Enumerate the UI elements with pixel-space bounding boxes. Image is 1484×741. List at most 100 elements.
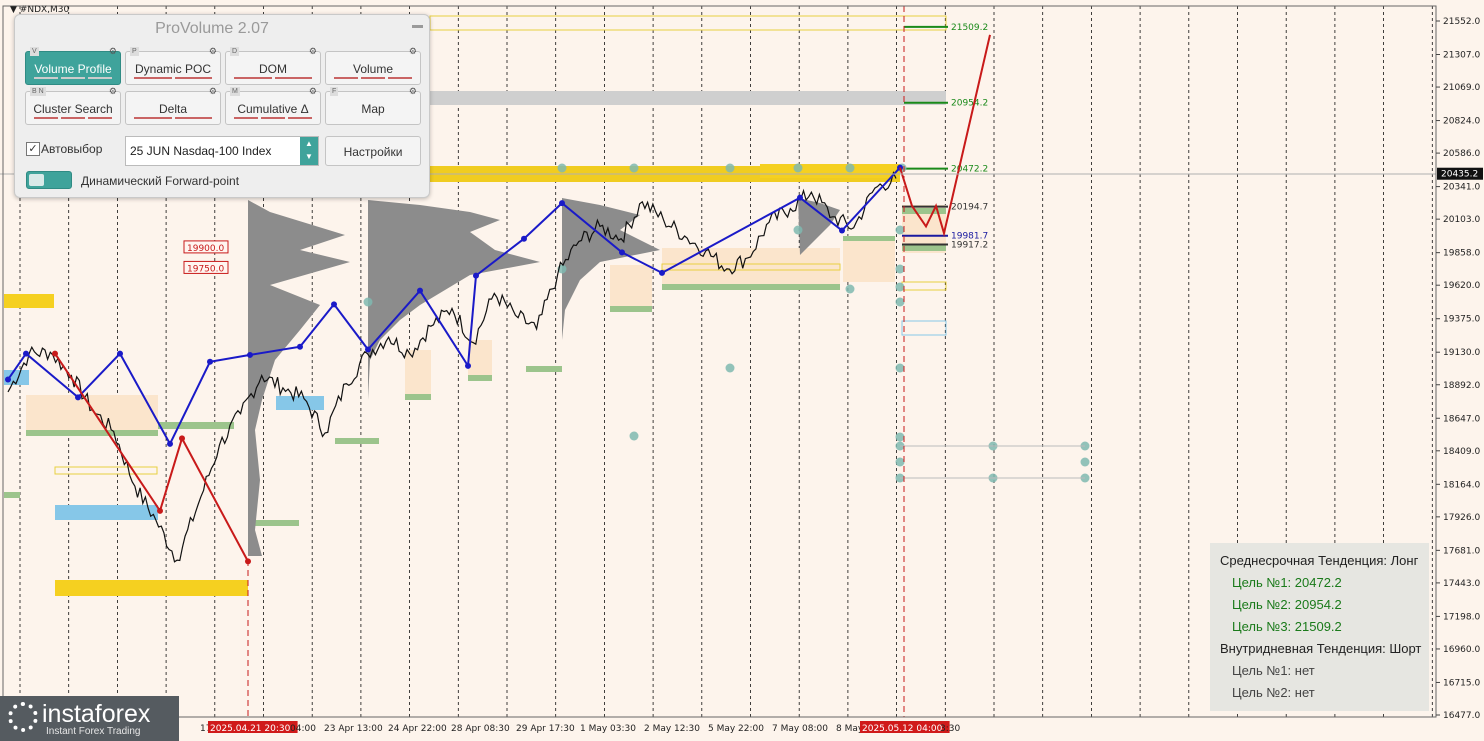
gear-icon[interactable]: ⚙ bbox=[309, 87, 317, 96]
y-tick-label: 21552.0 bbox=[1443, 17, 1480, 27]
map-button[interactable]: F ⚙ Map bbox=[325, 87, 421, 125]
intra-target-2: Цель №2: нет bbox=[1232, 685, 1315, 700]
instrument-select[interactable]: 25 JUN Nasdaq-100 Index ▲ ▼ bbox=[125, 136, 319, 166]
y-tick-label: 20341.0 bbox=[1443, 183, 1480, 193]
dom-button[interactable]: D ⚙ DOM bbox=[225, 47, 321, 85]
zigzag-point bbox=[52, 350, 58, 357]
intra-target-1: Цель №1: нет bbox=[1232, 663, 1315, 678]
blue-zone bbox=[276, 396, 324, 410]
zigzag-point bbox=[365, 346, 371, 353]
instaforex-logo: instaforex Instant Forex Trading bbox=[0, 696, 179, 741]
zigzag-point bbox=[117, 350, 123, 357]
zigzag-point bbox=[247, 351, 253, 358]
poc-bar bbox=[902, 208, 946, 214]
support-zone bbox=[55, 580, 248, 596]
poc-bar bbox=[253, 520, 299, 526]
volume-button[interactable]: ⚙ Volume bbox=[325, 47, 421, 85]
level-marker bbox=[557, 163, 567, 173]
instrument-value: 25 JUN Nasdaq-100 Index bbox=[130, 144, 272, 158]
forward-point-toggle[interactable] bbox=[26, 171, 72, 189]
spin-arrows-icon[interactable]: ▲ ▼ bbox=[300, 137, 318, 165]
hotkey-badge: P bbox=[130, 47, 139, 56]
level-marker bbox=[895, 457, 905, 467]
hotkey-badge: B N bbox=[30, 87, 46, 96]
panel-title: ProVolume 2.07 bbox=[155, 20, 269, 37]
button-label: Cluster Search bbox=[33, 102, 113, 116]
gear-icon[interactable]: ⚙ bbox=[109, 87, 117, 96]
indicator-strip bbox=[234, 117, 312, 120]
x-tick-label: 04:00 bbox=[290, 724, 316, 734]
y-tick-label: 16715.0 bbox=[1443, 678, 1480, 688]
x-tick-label: 8 May bbox=[836, 724, 864, 734]
zigzag-point bbox=[157, 507, 163, 514]
current-price-label: 20435.2 bbox=[1441, 170, 1478, 180]
settings-button[interactable]: Настройки bbox=[325, 136, 421, 166]
y-tick-label: 19620.0 bbox=[1443, 281, 1480, 291]
level-marker bbox=[793, 163, 803, 173]
y-tick-label: 18892.0 bbox=[1443, 381, 1480, 391]
cumulative-delta-button[interactable]: M ⚙ Cumulative Δ bbox=[225, 87, 321, 125]
poc-bar bbox=[610, 306, 652, 312]
x-tick-label: 1 May 03:30 bbox=[580, 724, 636, 734]
mid-target-3: Цель №3: 21509.2 bbox=[1232, 619, 1342, 634]
x-tick-label: 7 May 08:00 bbox=[772, 724, 828, 734]
delta-button[interactable]: ⚙ Delta bbox=[125, 87, 221, 125]
mid-trend-title: Среднесрочная Тенденция: Лонг bbox=[1220, 553, 1419, 568]
button-label: DOM bbox=[259, 62, 287, 76]
button-label: Delta bbox=[158, 102, 187, 116]
x-tick-label: 24 Apr 22:00 bbox=[388, 724, 447, 734]
target-level-label: 19917.2 bbox=[951, 241, 988, 251]
value-area bbox=[610, 265, 652, 311]
level-marker bbox=[845, 163, 855, 173]
level-marker bbox=[793, 225, 803, 235]
y-tick-label: 19858.0 bbox=[1443, 249, 1480, 259]
value-area bbox=[405, 350, 431, 398]
price-tag-label: 19750.0 bbox=[187, 264, 224, 274]
zigzag-point bbox=[417, 287, 423, 294]
poc-bar bbox=[843, 236, 895, 241]
level-marker bbox=[895, 264, 905, 274]
level-marker bbox=[725, 363, 735, 373]
x-tick-label: 2 May 12:30 bbox=[644, 724, 700, 734]
y-tick-label: 21069.0 bbox=[1443, 83, 1480, 93]
value-area bbox=[662, 248, 840, 288]
indicator-strip bbox=[234, 77, 312, 80]
indicator-strip bbox=[34, 117, 112, 120]
zigzag-point bbox=[521, 235, 527, 242]
button-label: Map bbox=[361, 102, 385, 116]
hotkey-badge: V bbox=[30, 47, 39, 56]
gear-icon[interactable]: ⚙ bbox=[209, 47, 217, 56]
blue-zone bbox=[55, 505, 158, 520]
value-area bbox=[468, 340, 492, 380]
volume-profile-button[interactable]: V ⚙ Volume Profile bbox=[25, 47, 121, 85]
gear-icon[interactable]: ⚙ bbox=[109, 47, 117, 56]
hotkey-badge: D bbox=[230, 47, 240, 56]
dynamic-poc-button[interactable]: P ⚙ Dynamic POC bbox=[125, 47, 221, 85]
gear-icon[interactable]: ⚙ bbox=[209, 87, 217, 96]
target-level-label: 20194.7 bbox=[951, 203, 988, 213]
gear-icon[interactable]: ⚙ bbox=[409, 47, 417, 56]
indicator-strip bbox=[334, 77, 412, 80]
level-marker bbox=[895, 432, 905, 442]
gear-icon[interactable]: ⚙ bbox=[409, 87, 417, 96]
zigzag-point bbox=[619, 249, 625, 256]
y-tick-label: 17443.0 bbox=[1443, 579, 1480, 589]
level-marker bbox=[895, 297, 905, 307]
zigzag-point bbox=[559, 200, 565, 207]
zigzag-point bbox=[297, 343, 303, 350]
cluster-search-button[interactable]: B N ⚙ Cluster Search bbox=[25, 87, 121, 125]
button-label: Volume bbox=[352, 62, 394, 76]
auto-select-checkbox[interactable]: ✓ bbox=[26, 142, 40, 156]
gear-icon[interactable]: ⚙ bbox=[309, 47, 317, 56]
y-tick-label: 19375.0 bbox=[1443, 315, 1480, 325]
zigzag-point bbox=[207, 358, 213, 365]
y-tick-label: 17681.0 bbox=[1443, 546, 1480, 556]
zigzag-point bbox=[167, 440, 173, 447]
hotkey-badge: F bbox=[330, 87, 339, 96]
level-marker bbox=[725, 163, 735, 173]
poc-bar bbox=[526, 366, 562, 372]
poc-bar bbox=[335, 438, 379, 444]
minimize-icon[interactable] bbox=[412, 25, 423, 28]
zigzag-point bbox=[465, 362, 471, 369]
toggle-knob bbox=[29, 174, 44, 186]
